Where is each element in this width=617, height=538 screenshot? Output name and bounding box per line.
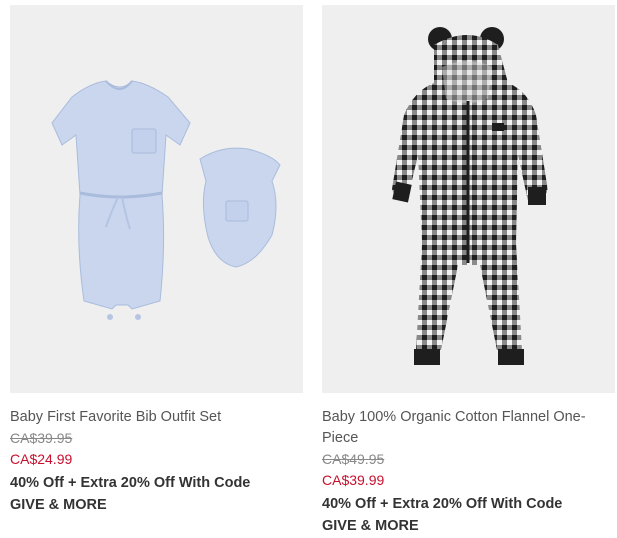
original-price: CA$39.95 xyxy=(10,430,73,446)
sale-price: CA$39.99 xyxy=(322,472,385,488)
product-card[interactable]: Baby First Favorite Bib Outfit Set CA$39… xyxy=(10,5,303,516)
promo-line-2: GIVE & MORE xyxy=(322,518,419,534)
promo-line-1: 40% Off + Extra 20% Off With Code xyxy=(322,496,563,512)
product-name[interactable]: Baby 100% Organic Cotton Flannel One-Pie… xyxy=(322,407,615,449)
product-grid: Baby First Favorite Bib Outfit Set CA$39… xyxy=(0,0,617,538)
promo-line-1: 40% Off + Extra 20% Off With Code xyxy=(10,475,251,491)
product-card[interactable]: Baby 100% Organic Cotton Flannel One-Pie… xyxy=(322,5,615,537)
sale-price: CA$24.99 xyxy=(10,451,73,467)
promo-text: 40% Off + Extra 20% Off With Code GIVE &… xyxy=(10,472,303,516)
promo-line-2: GIVE & MORE xyxy=(10,497,107,513)
romper-with-bib-image xyxy=(10,5,303,393)
original-price: CA$49.95 xyxy=(322,451,385,467)
product-image[interactable] xyxy=(10,5,303,393)
product-image[interactable] xyxy=(322,5,615,393)
product-name[interactable]: Baby First Favorite Bib Outfit Set xyxy=(10,407,303,428)
promo-text: 40% Off + Extra 20% Off With Code GIVE &… xyxy=(322,493,615,537)
gingham-onepiece-image xyxy=(322,5,615,393)
